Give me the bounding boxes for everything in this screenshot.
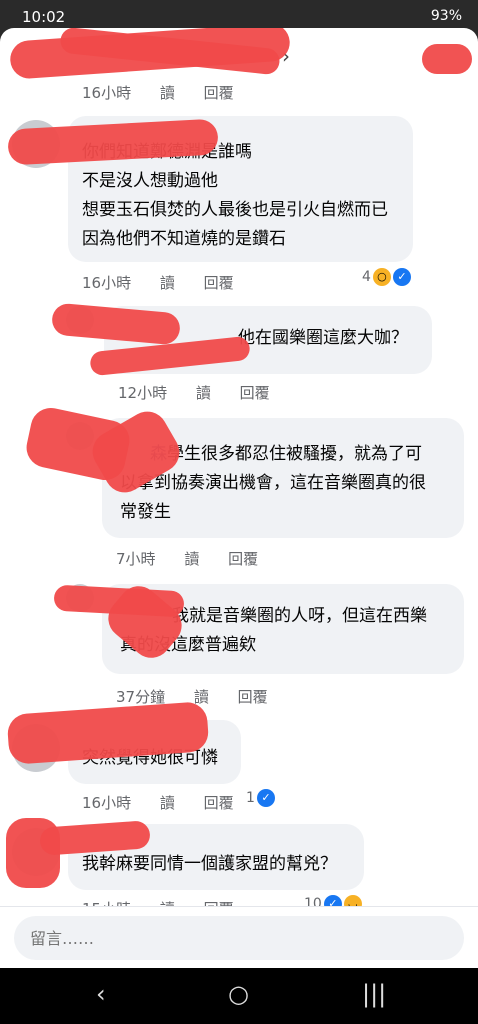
wow-icon: ○	[372, 268, 391, 286]
read-button[interactable]: 讀	[160, 84, 175, 102]
reply-button[interactable]: 回覆	[240, 384, 270, 402]
comments-sheet: › 16小時 讀 回覆 你們知道鄭德淵是誰嗎 不是沒人想動過他 想要玉石俱焚的人…	[0, 28, 478, 968]
comment-meta: 16小時 讀 回覆	[82, 272, 258, 293]
battery-level: 93%	[430, 8, 462, 24]
reaction-count: 1	[246, 790, 255, 806]
reaction-summary[interactable]: 4 ○ ✓	[362, 268, 411, 286]
comment-meta: 16小時 讀 回覆	[82, 792, 258, 813]
status-time: 10:02	[22, 8, 66, 26]
back-icon[interactable]: ‹	[96, 980, 106, 1008]
read-button[interactable]: 讀	[184, 550, 199, 568]
comment-line: 因為他們不知道燒的是鑽石	[82, 229, 286, 249]
comment-meta: 12小時 讀 回覆	[118, 382, 294, 403]
reply-button[interactable]: 回覆	[204, 84, 234, 102]
comment-text: 他在國樂圈這麼大咖？	[238, 328, 408, 348]
comment-line: 以拿到協奏演出機會，這在音樂圈真的很	[120, 473, 426, 493]
like-icon: ✓	[256, 789, 275, 807]
comment-time: 16小時	[82, 84, 132, 102]
home-icon[interactable]: ○	[228, 980, 249, 1008]
recents-icon[interactable]: |||	[362, 980, 386, 1008]
comment-meta: 7小時 讀 回覆	[116, 548, 282, 569]
comment-composer	[0, 906, 478, 968]
redaction-mark	[422, 44, 472, 74]
comment-text: 我幹麻要同情一個護家盟的幫兇？	[82, 854, 337, 874]
comment-line: 常發生	[120, 502, 171, 522]
comment-meta: 16小時 讀 回覆	[82, 82, 258, 103]
read-button[interactable]: 讀	[196, 384, 211, 402]
comment-time: 37分鐘	[116, 688, 166, 706]
comment-meta: 37分鐘 讀 回覆	[116, 686, 292, 707]
reply-button[interactable]: 回覆	[204, 794, 234, 812]
comment-time: 7小時	[116, 550, 156, 568]
system-nav-bar: ‹ ○ |||	[0, 968, 478, 1024]
comment-line: 學生很多都忍住被騷擾，就為了可	[167, 444, 422, 464]
comment-line: 想要玉石俱焚的人最後也是引火自燃而已	[82, 200, 388, 220]
comment-input[interactable]	[14, 916, 464, 960]
reply-button[interactable]: 回覆	[238, 688, 268, 706]
like-icon: ✓	[392, 268, 411, 286]
reaction-count: 4	[362, 269, 371, 285]
reaction-summary[interactable]: 1 ✓	[246, 789, 275, 807]
comment-time: 16小時	[82, 274, 132, 292]
read-button[interactable]: 讀	[160, 274, 175, 292]
reply-button[interactable]: 回覆	[204, 274, 234, 292]
reply-button[interactable]: 回覆	[228, 550, 258, 568]
read-button[interactable]: 讀	[194, 688, 209, 706]
comment-line: 不是沒人想動過他	[82, 171, 218, 191]
comment-time: 12小時	[118, 384, 168, 402]
read-button[interactable]: 讀	[160, 794, 175, 812]
comment-time: 16小時	[82, 794, 132, 812]
